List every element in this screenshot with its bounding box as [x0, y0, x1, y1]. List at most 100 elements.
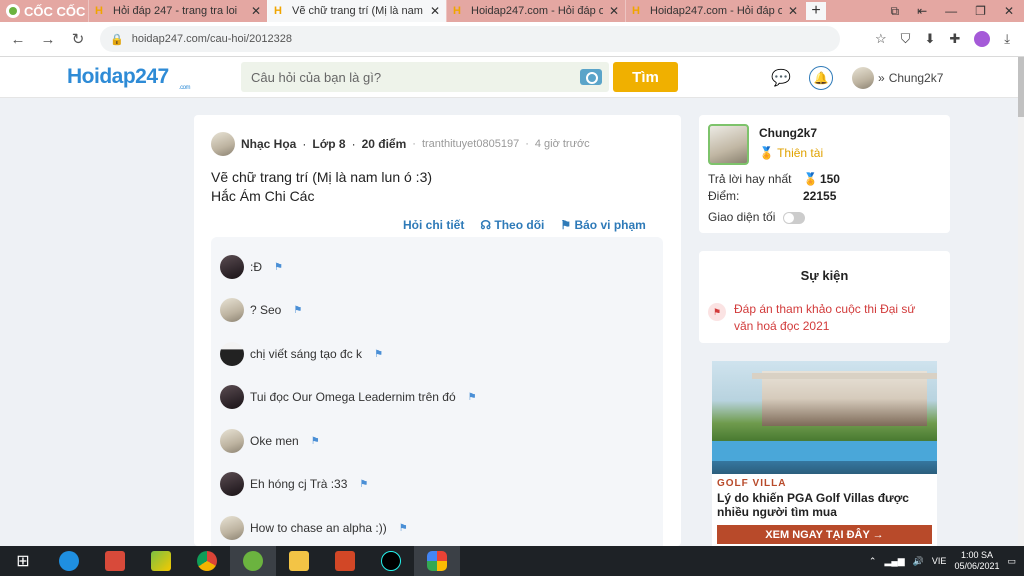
comment-avatar[interactable]: [220, 516, 244, 540]
ad-cta-button[interactable]: XEM NGAY TẠI ĐÂY →: [717, 525, 932, 544]
clock[interactable]: 1:00 SA 05/06/2021: [954, 550, 999, 572]
camera-icon[interactable]: [580, 69, 602, 85]
question-meta: Nhạc Họa · Lớp 8 · 20 điểm · tranthituye…: [211, 132, 590, 156]
comment-avatar[interactable]: [220, 385, 244, 409]
tab-close-icon[interactable]: ✕: [430, 4, 440, 18]
ask-detail-link[interactable]: Hỏi chi tiết: [403, 218, 464, 232]
profile-name[interactable]: Chung2k7: [759, 126, 817, 140]
taskbar-ie[interactable]: [46, 546, 92, 576]
follow-link[interactable]: ☊ Theo dõi: [480, 218, 544, 232]
hoidap-favicon-icon: H: [95, 5, 103, 17]
tab-title: Hoidap247.com - Hỏi đáp on: [471, 5, 603, 17]
bookmark-star-icon[interactable]: ☆: [875, 31, 887, 47]
comment-item: ? Seo ⚑: [220, 298, 302, 322]
question-subject[interactable]: Nhạc Họa: [241, 137, 296, 151]
coccoc-brand[interactable]: CỐC CỐC: [0, 0, 88, 22]
minimize-icon[interactable]: —: [945, 4, 957, 18]
forward-icon[interactable]: →: [36, 31, 60, 48]
advertisement[interactable]: GOLF VILLA Lý do khiến PGA Golf Villas đ…: [712, 361, 937, 546]
close-window-icon[interactable]: ✕: [1004, 4, 1014, 18]
ad-headline[interactable]: Lý do khiến PGA Golf Villas được nhiều n…: [717, 491, 932, 519]
reload-icon[interactable]: ↻: [66, 30, 90, 48]
taskbar-tiktok[interactable]: [368, 546, 414, 576]
download-icon[interactable]: ⬇: [924, 31, 935, 47]
wifi-icon[interactable]: ▂▄▆: [884, 556, 904, 567]
question-line: Hắc Ám Chi Các: [211, 188, 315, 204]
profile-rank: 🏅 Thiên tài: [759, 146, 823, 160]
report-flag-icon[interactable]: ⚑: [374, 349, 383, 360]
comment-avatar[interactable]: [220, 255, 244, 279]
notification-bell-icon[interactable]: 🔔: [809, 66, 833, 90]
puzzle-app-icon: [105, 551, 125, 571]
report-link[interactable]: ⚑ Báo vi phạm: [560, 218, 645, 232]
clock-time: 1:00 SA: [960, 550, 993, 560]
url-field[interactable]: 🔒 hoidap247.com/cau-hoi/2012328: [100, 26, 840, 52]
search-box: [241, 62, 609, 92]
browser-tab-2[interactable]: H Vẽ chữ trang trí (Mị là nam lu ✕: [267, 0, 446, 22]
restore-icon[interactable]: ❐: [975, 4, 986, 18]
toolbar-icons: ☆ ⛉ ⬇ ✚ ⤓: [875, 31, 1024, 47]
report-flag-icon[interactable]: ⚑: [468, 392, 477, 403]
extensions-icon[interactable]: ✚: [949, 31, 960, 47]
language-indicator[interactable]: VIE: [932, 556, 947, 566]
author-avatar[interactable]: [211, 132, 235, 156]
taskbar-explorer[interactable]: [276, 546, 322, 576]
browser-tab-3[interactable]: H Hoidap247.com - Hỏi đáp on ✕: [446, 0, 625, 22]
tab-close-icon[interactable]: ✕: [788, 4, 798, 18]
report-flag-icon[interactable]: ⚑: [359, 479, 368, 490]
comment-item: :Đ ⚑: [220, 255, 283, 279]
tab-close-icon[interactable]: ✕: [609, 4, 619, 18]
messages-icon[interactable]: 💬: [769, 66, 793, 90]
notification-center-icon[interactable]: ▭: [1007, 556, 1016, 567]
report-flag-icon[interactable]: ⚑: [274, 262, 283, 273]
report-flag-icon[interactable]: ⚑: [311, 436, 320, 447]
taskbar-chrome[interactable]: [184, 546, 230, 576]
search-input[interactable]: [251, 69, 580, 85]
question-line: Vẽ chữ trang trí (Mị là nam lun ó :3): [211, 169, 433, 185]
comment-avatar[interactable]: [220, 429, 244, 453]
browser-tab-4[interactable]: H Hoidap247.com - Hỏi đáp on ✕: [625, 0, 804, 22]
taskbar-bluestacks[interactable]: [138, 546, 184, 576]
taskbar-coccoc[interactable]: [230, 546, 276, 576]
dark-mode-row: Giao diện tối: [708, 210, 805, 224]
profile-rank-label: Thiên tài: [777, 146, 824, 160]
tab-close-icon[interactable]: ✕: [251, 4, 261, 18]
dark-mode-toggle[interactable]: [782, 211, 805, 224]
comment-avatar[interactable]: [220, 342, 244, 366]
profile-avatar-icon[interactable]: [974, 31, 991, 47]
screenshot-icon[interactable]: ⧉: [891, 4, 900, 19]
dark-mode-label: Giao diện tối: [708, 210, 776, 224]
tray-arrow-icon[interactable]: ⌃: [869, 556, 877, 567]
event-link[interactable]: Đáp án tham khảo cuộc thi Đại sứ văn hoá…: [734, 301, 934, 335]
comment-avatar[interactable]: [220, 472, 244, 496]
taskbar-app-2[interactable]: [414, 546, 460, 576]
new-tab-button[interactable]: +: [806, 2, 826, 20]
question-grade[interactable]: Lớp 8: [312, 137, 345, 151]
best-answers-label: Trả lời hay nhất: [708, 172, 792, 186]
report-flag-icon[interactable]: ⚑: [293, 305, 302, 316]
browser-tab-1[interactable]: H Hỏi đáp 247 - trang tra loi ✕: [88, 0, 267, 22]
question-points: 20 điểm: [361, 137, 407, 151]
download-manager-icon[interactable]: ⤓: [1004, 31, 1010, 47]
comment-text: :Đ: [250, 260, 262, 274]
back-arrow-icon[interactable]: ⇤: [917, 4, 927, 18]
comment-avatar[interactable]: [220, 298, 244, 322]
shield-icon[interactable]: ⛉: [901, 31, 911, 47]
start-button[interactable]: ⊞: [0, 546, 46, 576]
site-logo[interactable]: Hoidap247 .com: [67, 65, 191, 91]
scrollbar-thumb[interactable]: [1018, 57, 1024, 117]
comment-text: Tui đọc Our Omega Leadernim trên đó: [250, 390, 456, 404]
user-menu[interactable]: » Chung2k7: [852, 67, 943, 89]
report-flag-icon[interactable]: ⚑: [399, 523, 408, 534]
question-author[interactable]: tranthituyet0805197: [422, 138, 519, 150]
flag-icon: ⚑: [560, 218, 572, 232]
taskbar-app[interactable]: [92, 546, 138, 576]
taskbar-powerpoint[interactable]: [322, 546, 368, 576]
back-icon[interactable]: ←: [6, 31, 30, 48]
profile-avatar[interactable]: [708, 124, 749, 165]
url-text: hoidap247.com/cau-hoi/2012328: [131, 33, 292, 45]
volume-icon[interactable]: 🔊: [913, 556, 924, 567]
ad-image[interactable]: [712, 361, 937, 474]
search-button[interactable]: Tìm: [613, 62, 678, 92]
page-scrollbar[interactable]: [1018, 57, 1024, 546]
